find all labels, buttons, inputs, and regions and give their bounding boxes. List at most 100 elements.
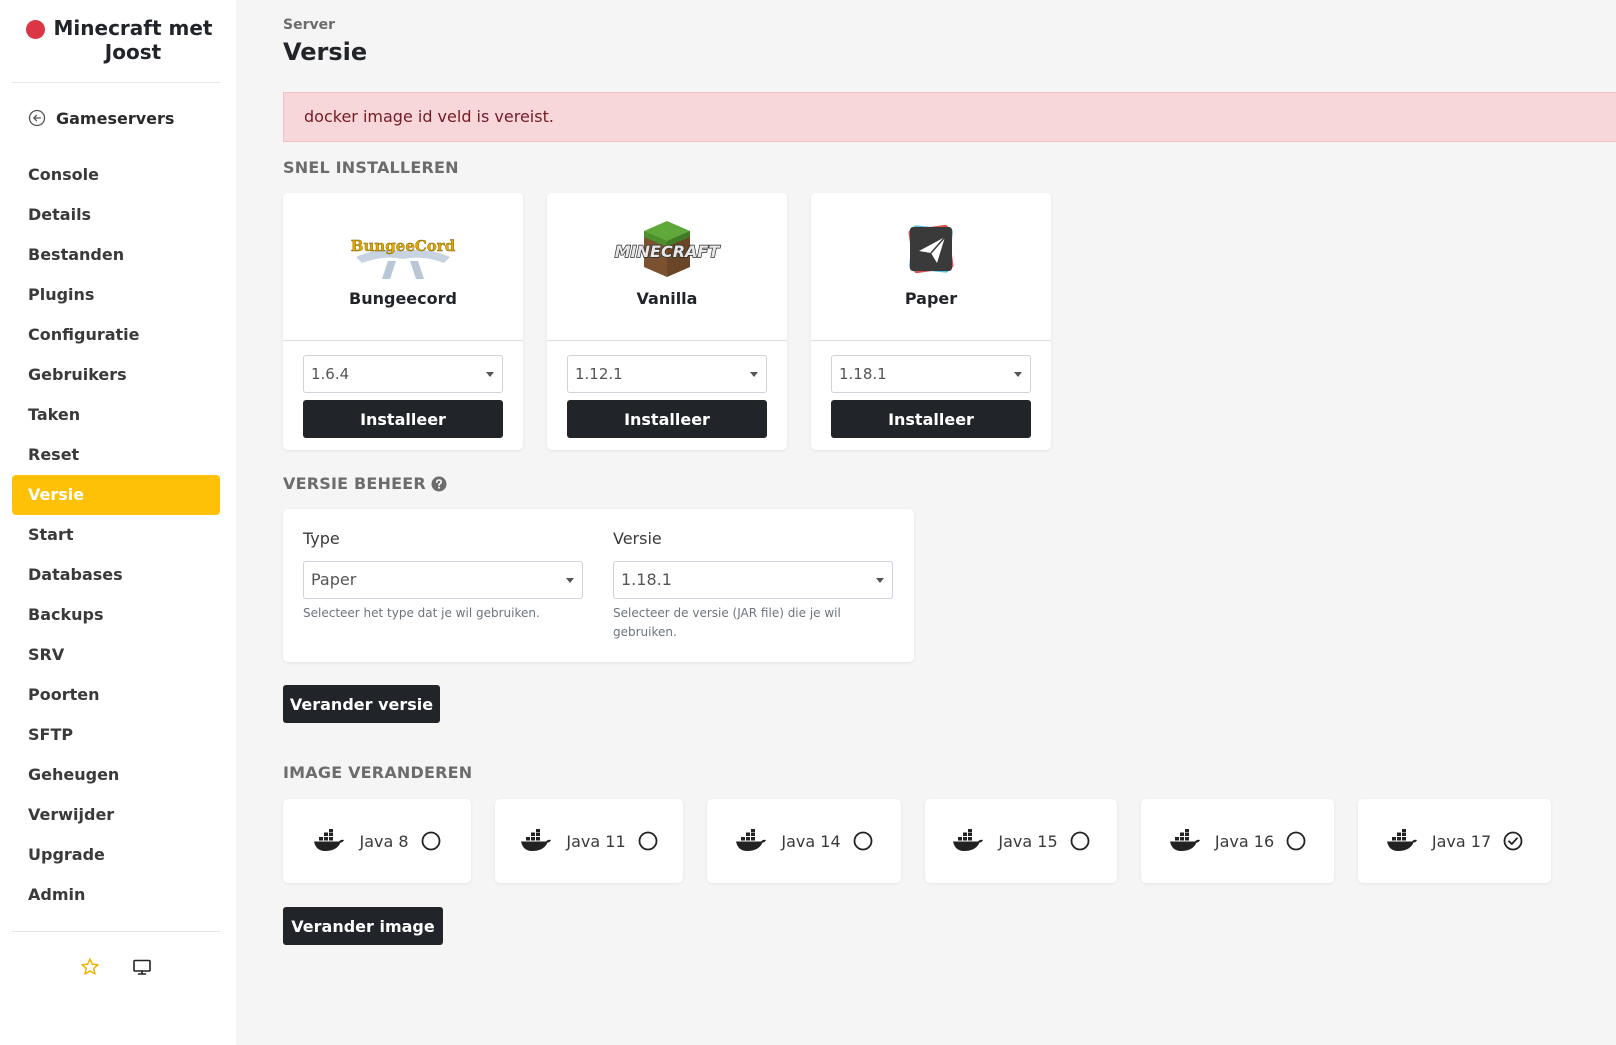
sidebar-nav: Console Details Bestanden Plugins Config… (12, 155, 220, 915)
docker-whale-icon (1386, 829, 1417, 851)
page-title: Versie (283, 38, 368, 66)
minecraft-logo: MINECRAFT (612, 217, 722, 281)
sidebar-item-admin[interactable]: Admin (12, 875, 220, 915)
sidebar-item-backups[interactable]: Backups (12, 595, 220, 635)
card-separator (811, 340, 1051, 341)
minecraft-logo-graphic: MINECRAFT (614, 221, 721, 277)
sidebar-item-gebruikers[interactable]: Gebruikers (12, 355, 220, 395)
quick-install-name: Bungeecord (349, 289, 457, 308)
version-management-title: VERSIE BEHEER (283, 474, 426, 493)
breadcrumb: Server (283, 17, 336, 33)
image-option-java-11[interactable]: Java 11 (495, 799, 683, 883)
type-help-text: Selecteer het type dat je wil gebruiken. (303, 606, 540, 620)
image-option-label: Java 11 (566, 831, 626, 851)
sidebar-footer (12, 952, 220, 982)
version-label: Versie (613, 529, 662, 548)
sidebar-item-verwijder[interactable]: Verwijder (12, 795, 220, 835)
quick-install-card-vanilla: MINECRAFT Vanilla 1.12.1 Installeer (547, 193, 787, 450)
question-circle-icon[interactable] (431, 476, 447, 492)
image-option-label: Java 15 (998, 831, 1058, 851)
sidebar-item-console[interactable]: Console (12, 155, 220, 195)
caret-down-icon (750, 372, 758, 377)
quick-install-card-bungeecord: BungeeCord Bungeecord 1.6.4 Installeer (283, 193, 523, 450)
bungeecord-logo-text: BungeeCord (351, 237, 456, 255)
radio-unchecked-icon[interactable] (1286, 831, 1306, 851)
caret-down-icon (876, 578, 884, 583)
sidebar: Minecraft met Joost Gameservers Console … (0, 0, 236, 1045)
select-value: Paper (311, 570, 357, 589)
quick-install-name: Vanilla (636, 289, 698, 308)
quick-install-name: Paper (904, 289, 958, 308)
bungeecord-logo-graphic: BungeeCord (351, 237, 456, 279)
star-icon[interactable] (80, 957, 100, 977)
select-value: 1.18.1 (621, 570, 672, 589)
docker-whale-icon (314, 829, 345, 851)
select-value: 1.18.1 (839, 365, 887, 383)
paper-plane-icon (908, 224, 954, 274)
radio-unchecked-icon[interactable] (1070, 831, 1090, 851)
change-image-button[interactable]: Verander image (283, 907, 443, 945)
version-select[interactable]: 1.18.1 (613, 561, 893, 599)
sidebar-divider-top (12, 82, 220, 83)
caret-down-icon (566, 578, 574, 583)
sidebar-item-versie[interactable]: Versie (12, 475, 220, 515)
sidebar-item-srv[interactable]: SRV (12, 635, 220, 675)
type-label: Type (303, 529, 340, 548)
sidebar-item-upgrade[interactable]: Upgrade (12, 835, 220, 875)
radio-unchecked-icon[interactable] (638, 831, 658, 851)
docker-whale-icon (736, 829, 767, 851)
arrow-left-circle-icon (28, 109, 46, 127)
server-name: Minecraft met Joost (53, 16, 213, 64)
sidebar-item-reset[interactable]: Reset (12, 435, 220, 475)
bungeecord-version-select[interactable]: 1.6.4 (303, 355, 503, 393)
sidebar-item-plugins[interactable]: Plugins (12, 275, 220, 315)
install-vanilla-button[interactable]: Installeer (567, 400, 767, 438)
quick-install-card-paper: Paper 1.18.1 Installeer (811, 193, 1051, 450)
sidebar-divider-bottom (12, 931, 220, 932)
image-option-label: Java 17 (1431, 831, 1492, 851)
select-value: 1.12.1 (575, 365, 623, 383)
version-management-card: Type Paper Selecteer het type dat je wil… (283, 509, 914, 662)
image-option-label: Java 14 (781, 831, 841, 851)
paper-logo (876, 217, 986, 281)
minecraft-logo-text: MINECRAFT (615, 242, 721, 261)
caret-down-icon (486, 372, 494, 377)
bungeecord-logo: BungeeCord (348, 217, 458, 281)
docker-whale-icon (953, 829, 984, 851)
quick-install-title: SNEL INSTALLEREN (283, 158, 459, 177)
status-indicator (26, 20, 45, 39)
radio-unchecked-icon[interactable] (421, 831, 441, 851)
sidebar-item-start[interactable]: Start (12, 515, 220, 555)
vanilla-version-select[interactable]: 1.12.1 (567, 355, 767, 393)
type-select[interactable]: Paper (303, 561, 583, 599)
sidebar-item-poorten[interactable]: Poorten (12, 675, 220, 715)
sidebar-item-taken[interactable]: Taken (12, 395, 220, 435)
radio-checked-icon[interactable] (1503, 831, 1523, 851)
error-alert: docker image id veld is vereist. (283, 92, 1616, 142)
docker-whale-icon (521, 829, 552, 851)
monitor-icon[interactable] (132, 957, 152, 977)
paper-version-select[interactable]: 1.18.1 (831, 355, 1031, 393)
sidebar-item-bestanden[interactable]: Bestanden (12, 235, 220, 275)
image-option-java-16[interactable]: Java 16 (1141, 799, 1334, 883)
sidebar-item-databases[interactable]: Databases (12, 555, 220, 595)
image-option-label: Java 16 (1214, 831, 1275, 851)
image-change-title: IMAGE VERANDEREN (283, 763, 473, 782)
image-option-java-17[interactable]: Java 17 (1358, 799, 1551, 883)
image-option-java-15[interactable]: Java 15 (925, 799, 1117, 883)
sidebar-item-sftp[interactable]: SFTP (12, 715, 220, 755)
install-paper-button[interactable]: Installeer (831, 400, 1031, 438)
sidebar-item-details[interactable]: Details (12, 195, 220, 235)
radio-unchecked-icon[interactable] (853, 831, 873, 851)
image-option-label: Java 8 (359, 831, 409, 851)
docker-whale-icon (1169, 829, 1200, 851)
sidebar-item-configuratie[interactable]: Configuratie (12, 315, 220, 355)
install-bungeecord-button[interactable]: Installeer (303, 400, 503, 438)
change-version-button[interactable]: Verander versie (283, 685, 440, 723)
image-option-java-14[interactable]: Java 14 (707, 799, 901, 883)
image-option-java-8[interactable]: Java 8 (283, 799, 471, 883)
back-to-gameservers-link[interactable]: Gameservers (28, 106, 174, 130)
sidebar-item-geheugen[interactable]: Geheugen (12, 755, 220, 795)
back-label: Gameservers (56, 108, 175, 128)
version-management-heading: VERSIE BEHEER (283, 474, 447, 493)
